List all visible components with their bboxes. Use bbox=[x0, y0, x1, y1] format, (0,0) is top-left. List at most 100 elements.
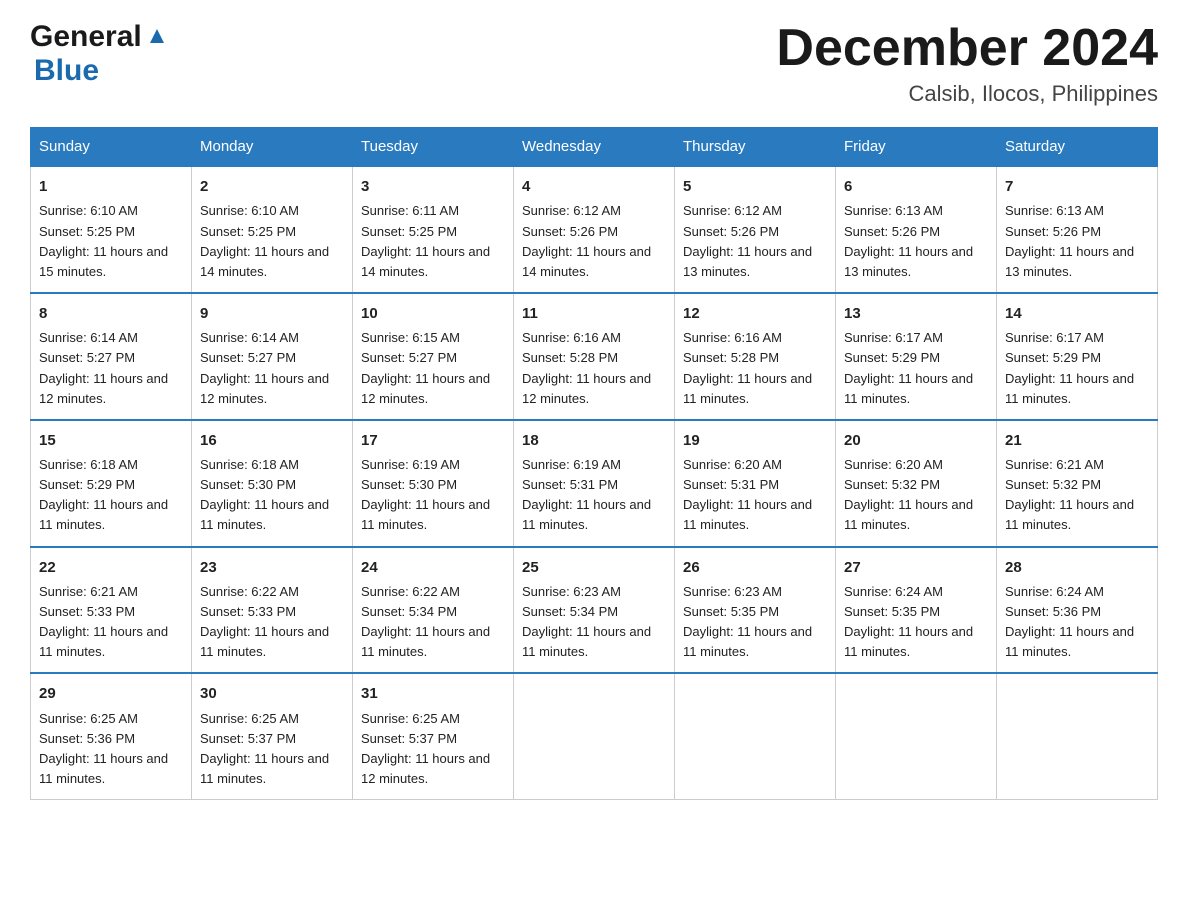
week-row-1: 1Sunrise: 6:10 AMSunset: 5:25 PMDaylight… bbox=[31, 166, 1158, 293]
daylight-text: Daylight: 11 hours and 11 minutes. bbox=[1005, 369, 1149, 409]
sunrise-text: Sunrise: 6:13 AM bbox=[844, 201, 988, 221]
sunrise-text: Sunrise: 6:25 AM bbox=[39, 709, 183, 729]
logo-triangle-icon bbox=[146, 25, 168, 47]
sunset-text: Sunset: 5:29 PM bbox=[1005, 348, 1149, 368]
sunset-text: Sunset: 5:37 PM bbox=[361, 729, 505, 749]
calendar-cell: 20Sunrise: 6:20 AMSunset: 5:32 PMDayligh… bbox=[836, 420, 997, 547]
calendar-cell bbox=[997, 673, 1158, 799]
sunset-text: Sunset: 5:26 PM bbox=[1005, 222, 1149, 242]
col-header-sunday: Sunday bbox=[31, 128, 192, 167]
calendar-cell: 28Sunrise: 6:24 AMSunset: 5:36 PMDayligh… bbox=[997, 547, 1158, 674]
calendar-cell: 11Sunrise: 6:16 AMSunset: 5:28 PMDayligh… bbox=[514, 293, 675, 420]
sunset-text: Sunset: 5:26 PM bbox=[844, 222, 988, 242]
sunrise-text: Sunrise: 6:14 AM bbox=[200, 328, 344, 348]
sunrise-text: Sunrise: 6:23 AM bbox=[522, 582, 666, 602]
day-number: 31 bbox=[361, 682, 505, 705]
sunset-text: Sunset: 5:25 PM bbox=[200, 222, 344, 242]
sunrise-text: Sunrise: 6:23 AM bbox=[683, 582, 827, 602]
sunrise-text: Sunrise: 6:22 AM bbox=[361, 582, 505, 602]
sunset-text: Sunset: 5:27 PM bbox=[200, 348, 344, 368]
calendar-cell bbox=[836, 673, 997, 799]
header-row: SundayMondayTuesdayWednesdayThursdayFrid… bbox=[31, 128, 1158, 167]
calendar-cell: 22Sunrise: 6:21 AMSunset: 5:33 PMDayligh… bbox=[31, 547, 192, 674]
sunrise-text: Sunrise: 6:20 AM bbox=[844, 455, 988, 475]
sunset-text: Sunset: 5:34 PM bbox=[522, 602, 666, 622]
calendar-cell: 13Sunrise: 6:17 AMSunset: 5:29 PMDayligh… bbox=[836, 293, 997, 420]
week-row-5: 29Sunrise: 6:25 AMSunset: 5:36 PMDayligh… bbox=[31, 673, 1158, 799]
calendar-cell: 17Sunrise: 6:19 AMSunset: 5:30 PMDayligh… bbox=[353, 420, 514, 547]
sunset-text: Sunset: 5:36 PM bbox=[39, 729, 183, 749]
daylight-text: Daylight: 11 hours and 11 minutes. bbox=[683, 495, 827, 535]
day-number: 4 bbox=[522, 175, 666, 198]
sunset-text: Sunset: 5:26 PM bbox=[683, 222, 827, 242]
calendar-cell: 21Sunrise: 6:21 AMSunset: 5:32 PMDayligh… bbox=[997, 420, 1158, 547]
sunset-text: Sunset: 5:29 PM bbox=[844, 348, 988, 368]
calendar-cell: 6 Sunrise: 6:13 AMSunset: 5:26 PMDaylight… bbox=[836, 166, 997, 293]
daylight-text: Daylight: 11 hours and 12 minutes. bbox=[200, 369, 344, 409]
day-number: 30 bbox=[200, 682, 344, 705]
daylight-text: Daylight: 11 hours and 11 minutes. bbox=[683, 622, 827, 662]
sunset-text: Sunset: 5:29 PM bbox=[39, 475, 183, 495]
day-number: 16 bbox=[200, 429, 344, 452]
daylight-text: Daylight: 11 hours and 11 minutes. bbox=[361, 495, 505, 535]
sunrise-text: Sunrise: 6:21 AM bbox=[39, 582, 183, 602]
logo: General Blue bbox=[30, 20, 168, 88]
col-header-saturday: Saturday bbox=[997, 128, 1158, 167]
day-number: 19 bbox=[683, 429, 827, 452]
sunrise-text: Sunrise: 6:14 AM bbox=[39, 328, 183, 348]
day-number: 5 bbox=[683, 175, 827, 198]
daylight-text: Daylight: 11 hours and 11 minutes. bbox=[200, 622, 344, 662]
sunset-text: Sunset: 5:33 PM bbox=[200, 602, 344, 622]
calendar-cell bbox=[514, 673, 675, 799]
sunrise-text: Sunrise: 6:24 AM bbox=[844, 582, 988, 602]
daylight-text: Daylight: 11 hours and 11 minutes. bbox=[1005, 495, 1149, 535]
day-number: 10 bbox=[361, 302, 505, 325]
daylight-text: Daylight: 11 hours and 11 minutes. bbox=[39, 749, 183, 789]
daylight-text: Daylight: 11 hours and 11 minutes. bbox=[361, 622, 505, 662]
day-number: 28 bbox=[1005, 556, 1149, 579]
daylight-text: Daylight: 11 hours and 11 minutes. bbox=[1005, 622, 1149, 662]
daylight-text: Daylight: 11 hours and 11 minutes. bbox=[200, 495, 344, 535]
sunrise-text: Sunrise: 6:17 AM bbox=[1005, 328, 1149, 348]
sunrise-text: Sunrise: 6:16 AM bbox=[683, 328, 827, 348]
daylight-text: Daylight: 11 hours and 14 minutes. bbox=[200, 242, 344, 282]
week-row-4: 22Sunrise: 6:21 AMSunset: 5:33 PMDayligh… bbox=[31, 547, 1158, 674]
col-header-friday: Friday bbox=[836, 128, 997, 167]
week-row-3: 15Sunrise: 6:18 AMSunset: 5:29 PMDayligh… bbox=[31, 420, 1158, 547]
daylight-text: Daylight: 11 hours and 13 minutes. bbox=[844, 242, 988, 282]
daylight-text: Daylight: 11 hours and 11 minutes. bbox=[844, 369, 988, 409]
sunrise-text: Sunrise: 6:19 AM bbox=[522, 455, 666, 475]
daylight-text: Daylight: 11 hours and 11 minutes. bbox=[844, 495, 988, 535]
sunrise-text: Sunrise: 6:17 AM bbox=[844, 328, 988, 348]
day-number: 3 bbox=[361, 175, 505, 198]
daylight-text: Daylight: 11 hours and 12 minutes. bbox=[361, 369, 505, 409]
calendar-cell: 15Sunrise: 6:18 AMSunset: 5:29 PMDayligh… bbox=[31, 420, 192, 547]
calendar-cell: 30Sunrise: 6:25 AMSunset: 5:37 PMDayligh… bbox=[192, 673, 353, 799]
day-number: 1 bbox=[39, 175, 183, 198]
day-number: 27 bbox=[844, 556, 988, 579]
day-number: 6 bbox=[844, 175, 988, 198]
day-number: 29 bbox=[39, 682, 183, 705]
calendar-cell: 25Sunrise: 6:23 AMSunset: 5:34 PMDayligh… bbox=[514, 547, 675, 674]
calendar-cell: 4Sunrise: 6:12 AMSunset: 5:26 PMDaylight… bbox=[514, 166, 675, 293]
sunrise-text: Sunrise: 6:10 AM bbox=[39, 201, 183, 221]
sunrise-text: Sunrise: 6:13 AM bbox=[1005, 201, 1149, 221]
page-header: General Blue December 2024 Calsib, Iloco… bbox=[30, 20, 1158, 107]
sunrise-text: Sunrise: 6:16 AM bbox=[522, 328, 666, 348]
day-number: 17 bbox=[361, 429, 505, 452]
calendar-body: 1Sunrise: 6:10 AMSunset: 5:25 PMDaylight… bbox=[31, 166, 1158, 800]
sunrise-text: Sunrise: 6:12 AM bbox=[522, 201, 666, 221]
sunrise-text: Sunrise: 6:11 AM bbox=[361, 201, 505, 221]
sunset-text: Sunset: 5:27 PM bbox=[39, 348, 183, 368]
calendar-header: SundayMondayTuesdayWednesdayThursdayFrid… bbox=[31, 128, 1158, 167]
day-number: 12 bbox=[683, 302, 827, 325]
sunrise-text: Sunrise: 6:21 AM bbox=[1005, 455, 1149, 475]
daylight-text: Daylight: 11 hours and 11 minutes. bbox=[39, 622, 183, 662]
sunset-text: Sunset: 5:31 PM bbox=[522, 475, 666, 495]
calendar-cell: 9Sunrise: 6:14 AMSunset: 5:27 PMDaylight… bbox=[192, 293, 353, 420]
sunrise-text: Sunrise: 6:15 AM bbox=[361, 328, 505, 348]
sunset-text: Sunset: 5:34 PM bbox=[361, 602, 505, 622]
sunrise-text: Sunrise: 6:10 AM bbox=[200, 201, 344, 221]
sunrise-text: Sunrise: 6:25 AM bbox=[361, 709, 505, 729]
calendar-table: SundayMondayTuesdayWednesdayThursdayFrid… bbox=[30, 127, 1158, 800]
